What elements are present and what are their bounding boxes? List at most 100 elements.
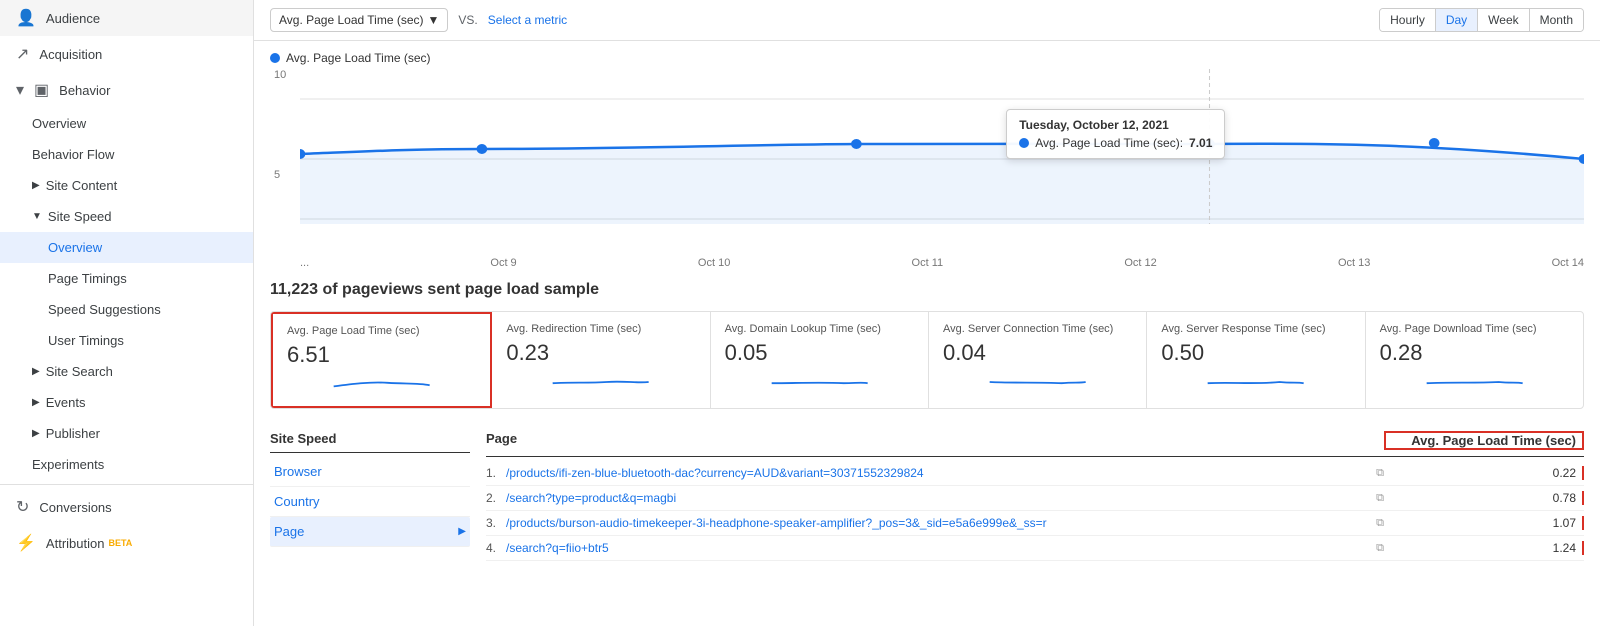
rt-col-page-header: Page	[486, 431, 1384, 450]
table-row: 1. /products/ifi-zen-blue-bluetooth-dac?…	[486, 461, 1584, 486]
chart-tooltip: Tuesday, October 12, 2021 Avg. Page Load…	[1006, 109, 1225, 159]
line-chart-svg	[300, 69, 1584, 249]
row-value-1: 0.78	[1392, 491, 1584, 505]
sparkline-2	[725, 370, 914, 394]
stats-section: 11,223 of pageviews sent page load sampl…	[254, 269, 1600, 417]
sparkline-5	[1380, 370, 1569, 394]
sidebar-item-site-search[interactable]: ▶ Site Search	[0, 356, 253, 387]
row-num-0: 1.	[486, 466, 506, 480]
stat-label-2: Avg. Domain Lookup Time (sec)	[725, 322, 914, 336]
sidebar-item-behavior[interactable]: ▾ ▣ Behavior	[0, 72, 253, 108]
row-link-0[interactable]: /products/ifi-zen-blue-bluetooth-dac?cur…	[506, 466, 1368, 480]
chart-svg: Tuesday, October 12, 2021 Avg. Page Load…	[300, 69, 1584, 249]
sparkline-4	[1161, 370, 1350, 394]
chart-area: Avg. Page Load Time (sec) 10 5	[254, 41, 1600, 269]
copy-icon-0[interactable]: ⧉	[1376, 467, 1384, 480]
sidebar-item-events[interactable]: ▶ Events	[0, 387, 253, 418]
audience-icon: 👤	[16, 8, 36, 28]
chevron-right-icon5: ▶	[458, 526, 466, 537]
stat-value-4: 0.50	[1161, 340, 1350, 366]
row-link-3[interactable]: /search?q=fiio+btr5	[506, 541, 1368, 555]
topbar: Avg. Page Load Time (sec) ▼ VS. Select a…	[254, 0, 1600, 41]
sidebar-item-attribution[interactable]: ⚡ Attribution BETA	[0, 525, 253, 561]
legend-dot	[270, 53, 280, 63]
sidebar-item-conversions[interactable]: ↻ Conversions	[0, 489, 253, 525]
time-button-group: Hourly Day Week Month	[1379, 8, 1584, 32]
sidebar-item-audience[interactable]: 👤 Audience	[0, 0, 253, 36]
row-link-2[interactable]: /products/burson-audio-timekeeper-3i-hea…	[506, 516, 1368, 530]
row-value-2: 1.07	[1392, 516, 1584, 530]
sidebar: 👤 Audience ↗ Acquisition ▾ ▣ Behavior Ov…	[0, 0, 254, 626]
metric-dropdown[interactable]: Avg. Page Load Time (sec) ▼	[270, 8, 448, 32]
stat-label-4: Avg. Server Response Time (sec)	[1161, 322, 1350, 336]
left-table-item-browser[interactable]: Browser	[270, 457, 470, 487]
rt-col-value-header: Avg. Page Load Time (sec)	[1384, 431, 1584, 450]
stats-cards: Avg. Page Load Time (sec) 6.51 Avg. Redi…	[270, 311, 1584, 409]
stats-title: 11,223 of pageviews sent page load sampl…	[270, 281, 1584, 299]
sidebar-item-acquisition[interactable]: ↗ Acquisition	[0, 36, 253, 72]
time-btn-week[interactable]: Week	[1477, 9, 1528, 31]
sparkline-3	[943, 370, 1132, 394]
stat-card-4: Avg. Server Response Time (sec) 0.50	[1147, 312, 1365, 408]
table-row: 4. /search?q=fiio+btr5 ⧉ 1.24	[486, 536, 1584, 561]
stat-label-3: Avg. Server Connection Time (sec)	[943, 322, 1132, 336]
sidebar-item-user-timings[interactable]: User Timings	[0, 325, 253, 356]
chevron-right-icon4: ▶	[32, 428, 40, 439]
stat-label-0: Avg. Page Load Time (sec)	[287, 324, 476, 338]
table-row: 3. /products/burson-audio-timekeeper-3i-…	[486, 511, 1584, 536]
stat-value-0: 6.51	[287, 342, 476, 368]
conversions-icon: ↻	[16, 497, 29, 517]
sidebar-item-experiments[interactable]: Experiments	[0, 449, 253, 480]
stat-value-5: 0.28	[1380, 340, 1569, 366]
tooltip-color-dot	[1019, 138, 1029, 148]
row-value-0: 0.22	[1392, 466, 1584, 480]
time-btn-month[interactable]: Month	[1529, 9, 1583, 31]
right-table-header: Page Avg. Page Load Time (sec)	[486, 425, 1584, 457]
beta-badge: BETA	[108, 538, 132, 548]
copy-icon-1[interactable]: ⧉	[1376, 492, 1384, 505]
left-table: Site Speed Browser Country Page ▶	[270, 425, 470, 561]
sidebar-item-ss-overview[interactable]: Overview	[0, 232, 253, 263]
sidebar-item-site-content[interactable]: ▶ Site Content	[0, 170, 253, 201]
behavior-grid-icon: ▣	[34, 80, 49, 100]
right-table: Page Avg. Page Load Time (sec) 1. /produ…	[486, 425, 1584, 561]
row-num-2: 3.	[486, 516, 506, 530]
row-link-1[interactable]: /search?type=product&q=magbi	[506, 491, 1368, 505]
bottom-section: Site Speed Browser Country Page ▶ Page A…	[254, 417, 1600, 569]
sidebar-item-page-timings[interactable]: Page Timings	[0, 263, 253, 294]
attribution-icon: ⚡	[16, 533, 36, 553]
behavior-icon: ▾	[16, 80, 24, 100]
main-content: Avg. Page Load Time (sec) ▼ VS. Select a…	[254, 0, 1600, 626]
stat-value-3: 0.04	[943, 340, 1132, 366]
select-metric-link[interactable]: Select a metric	[488, 13, 567, 27]
left-table-item-page[interactable]: Page ▶	[270, 517, 470, 547]
sidebar-item-publisher[interactable]: ▶ Publisher	[0, 418, 253, 449]
stat-card-5: Avg. Page Download Time (sec) 0.28	[1366, 312, 1583, 408]
sidebar-item-behavior-flow[interactable]: Behavior Flow	[0, 139, 253, 170]
x-axis: ... Oct 9 Oct 10 Oct 11 Oct 12 Oct 13 Oc…	[300, 257, 1584, 269]
chevron-down-icon: ▼	[32, 211, 42, 222]
stat-label-5: Avg. Page Download Time (sec)	[1380, 322, 1569, 336]
left-table-item-country[interactable]: Country	[270, 487, 470, 517]
acquisition-icon: ↗	[16, 44, 29, 64]
sidebar-item-speed-suggestions[interactable]: Speed Suggestions	[0, 294, 253, 325]
copy-icon-2[interactable]: ⧉	[1376, 517, 1384, 530]
copy-icon-3[interactable]: ⧉	[1376, 542, 1384, 555]
row-value-3: 1.24	[1392, 541, 1584, 555]
chevron-right-icon: ▶	[32, 180, 40, 191]
vs-label: VS.	[458, 13, 477, 27]
chevron-right-icon3: ▶	[32, 397, 40, 408]
stat-card-3: Avg. Server Connection Time (sec) 0.04	[929, 312, 1147, 408]
y-axis-labels: 10 5	[270, 69, 290, 269]
sidebar-item-site-speed[interactable]: ▼ Site Speed	[0, 201, 253, 232]
sparkline-0	[287, 372, 476, 396]
time-btn-day[interactable]: Day	[1435, 9, 1477, 31]
time-btn-hourly[interactable]: Hourly	[1380, 9, 1435, 31]
sparkline-1	[506, 370, 695, 394]
stat-card-0: Avg. Page Load Time (sec) 6.51	[271, 312, 492, 408]
stat-value-1: 0.23	[506, 340, 695, 366]
sidebar-item-overview[interactable]: Overview	[0, 108, 253, 139]
chevron-right-icon2: ▶	[32, 366, 40, 377]
row-num-3: 4.	[486, 541, 506, 555]
row-num-1: 2.	[486, 491, 506, 505]
